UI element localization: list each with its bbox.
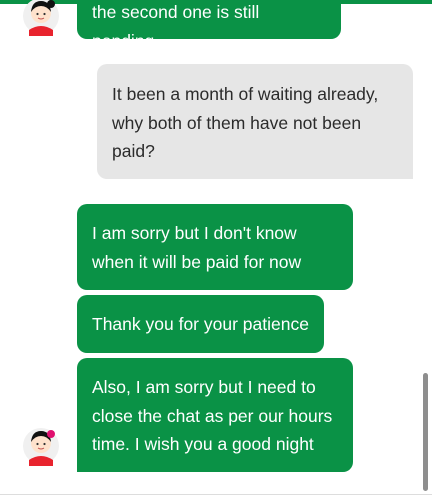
divider <box>0 494 432 495</box>
message-bubble-user: It been a month of waiting already, why … <box>97 64 413 179</box>
message-text: I am sorry but I don't know when it will… <box>92 223 302 272</box>
agent-avatar-icon <box>22 426 60 466</box>
message-bubble-agent: I am sorry but I don't know when it will… <box>77 204 353 290</box>
message-bubble-agent: the second one is still pending <box>77 0 341 51</box>
message-bubble-agent: Also, I am sorry but I need to close the… <box>77 358 353 472</box>
chat-scrollbar[interactable] <box>423 373 428 491</box>
agent-avatar-icon <box>22 0 60 36</box>
message-bubble-agent: Thank you for your patience <box>77 295 324 353</box>
message-text: Also, I am sorry but I need to close the… <box>92 377 333 454</box>
chat-transcript[interactable]: the second one is still pending It been … <box>0 0 432 494</box>
message-text: Thank you for your patience <box>92 314 309 334</box>
message-text: It been a month of waiting already, why … <box>112 84 379 161</box>
message-text: the second one is still pending <box>92 2 260 51</box>
